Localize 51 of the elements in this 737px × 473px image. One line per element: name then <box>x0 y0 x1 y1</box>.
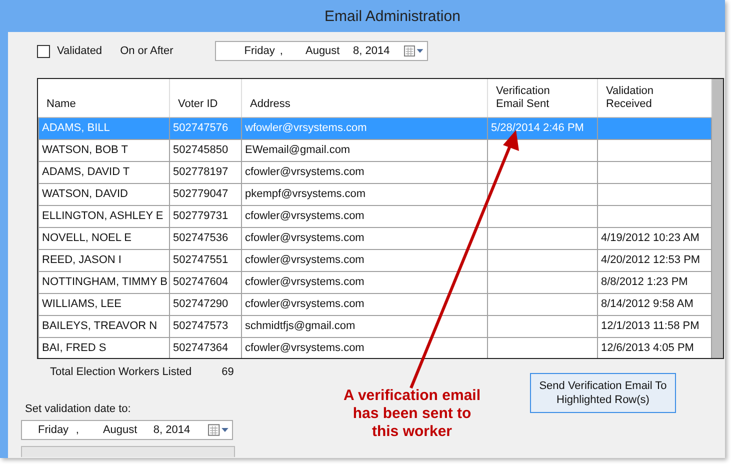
scrollbar[interactable] <box>712 79 723 358</box>
table-cell: 502747576 <box>170 118 242 140</box>
table-cell: 5/28/2014 2:46 PM <box>488 118 598 140</box>
date-picker[interactable]: Friday , August 8, 2014 <box>21 420 233 440</box>
table-cell: cfowler@vrsystems.com <box>242 162 488 184</box>
table-cell: 8/14/2012 9:58 AM <box>598 294 712 316</box>
on-or-after-label: On or After <box>120 45 174 57</box>
table-cell: ADAMS, BILL <box>38 118 170 140</box>
table-cell: cfowler@vrsystems.com <box>242 250 488 272</box>
table-cell: 8/8/2012 1:23 PM <box>598 272 712 294</box>
table-cell: wfowler@vrsystems.com <box>242 118 488 140</box>
table-cell: 502745850 <box>170 140 242 162</box>
table-cell: cfowler@vrsystems.com <box>242 272 488 294</box>
table-cell: 502779731 <box>170 206 242 228</box>
date-picker[interactable]: Friday , August 8, 2014 <box>215 41 428 61</box>
table-cell: BAILEYS, TREAVOR N <box>38 316 170 338</box>
calendar-dropdown-icon[interactable] <box>208 424 229 436</box>
table-cell: 502778197 <box>170 162 242 184</box>
annotation-text: A verification email has been sent to this worker <box>342 387 482 441</box>
table-cell: ADAMS, DAVID T <box>38 162 170 184</box>
set-date-label: Set validation date to: <box>25 403 132 415</box>
table-cell: WATSON, BOB T <box>38 140 170 162</box>
table-cell: cfowler@vrsystems.com <box>242 228 488 250</box>
table-cell: cfowler@vrsystems.com <box>242 206 488 228</box>
table-cell: cfowler@vrsystems.com <box>242 294 488 316</box>
table-cell: 4/19/2012 10:23 AM <box>598 228 712 250</box>
table-cell: WATSON, DAVID <box>38 184 170 206</box>
total-count: 69 <box>222 366 234 378</box>
total-label: Total Election Workers Listed <box>50 366 192 378</box>
table-cell: NOTTINGHAM, TIMMY B <box>38 272 170 294</box>
table-cell: 4/20/2012 12:53 PM <box>598 250 712 272</box>
window-title: Email Administration <box>324 8 460 24</box>
table-cell: 502747536 <box>170 228 242 250</box>
table-cell: NOVELL, NOEL E <box>38 228 170 250</box>
table-cell: 502747551 <box>170 250 242 272</box>
table-cell: schmidtfjs@gmail.com <box>242 316 488 338</box>
table-cell: WILLIAMS, LEE <box>38 294 170 316</box>
validated-checkbox[interactable] <box>37 44 50 58</box>
table-cell: 502747573 <box>170 316 242 338</box>
calendar-dropdown-icon[interactable] <box>404 45 424 57</box>
table-cell: ELLINGTON, ASHLEY E <box>38 206 170 228</box>
send-verification-button[interactable]: Send Verification Email To Highlighted Row(s) <box>530 373 676 413</box>
table-cell: 502747290 <box>170 294 242 316</box>
table-cell: 12/1/2013 11:58 PM <box>598 316 712 338</box>
table-cell: EWemail@gmail.com <box>242 140 488 162</box>
table-cell: pkempf@vrsystems.com <box>242 184 488 206</box>
table-cell: BAI, FRED S <box>38 338 170 358</box>
validated-label: Validated <box>57 45 102 57</box>
table-cell: 502747604 <box>170 272 242 294</box>
table-cell: REED, JASON I <box>38 250 170 272</box>
table-cell: 502779047 <box>170 184 242 206</box>
